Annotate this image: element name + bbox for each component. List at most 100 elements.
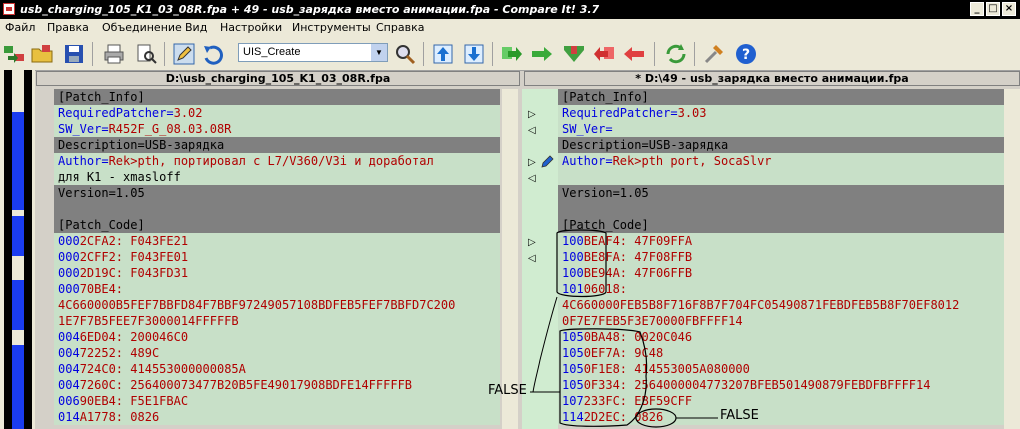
code-line[interactable] xyxy=(558,201,1004,217)
copy-left-icon[interactable] xyxy=(592,42,616,66)
code-text: Author=Rek>pth port, SocaSlvr xyxy=(562,154,772,168)
search-icon[interactable] xyxy=(393,42,417,66)
code-line[interactable]: 100BE8FA: 47F08FFB xyxy=(558,249,1004,265)
menu-view[interactable]: Вид xyxy=(185,21,207,34)
menu-help[interactable]: Справка xyxy=(376,21,424,34)
code-line[interactable] xyxy=(558,169,1004,185)
code-text: 100BE94A: 47F06FFB xyxy=(562,266,693,280)
code-line[interactable]: 014A1778: 0826 xyxy=(54,409,500,425)
code-line[interactable]: 1050EF7A: 9C48 xyxy=(558,345,1004,361)
diff-gutter: ▷ ◁ ▷ ◁ ▷ ◁ xyxy=(522,89,558,429)
code-line[interactable]: для K1 - xmasloff xyxy=(54,169,500,185)
menu-merge[interactable]: Объединение xyxy=(102,21,182,34)
merge-left-arrow-icon[interactable]: ◁ xyxy=(528,173,536,184)
app-icon xyxy=(3,3,15,15)
merge-left-arrow-icon[interactable]: ◁ xyxy=(528,125,536,136)
close-button[interactable]: × xyxy=(1002,2,1016,16)
merge-left-arrow-icon[interactable]: ◁ xyxy=(528,253,536,264)
code-line[interactable]: Author=Rek>pth port, SocaSlvr xyxy=(558,153,1004,169)
code-line[interactable]: 10106018: xyxy=(558,281,1004,297)
menu-settings[interactable]: Настройки xyxy=(220,21,282,34)
merge-right-arrow-icon[interactable]: ▷ xyxy=(528,157,536,168)
code-line[interactable]: [Patch_Code] xyxy=(558,217,1004,233)
code-text: Version=1.05 xyxy=(58,186,145,200)
code-line[interactable]: 107233FC: EBF59CFF xyxy=(558,393,1004,409)
help-icon[interactable]: ? xyxy=(734,42,758,66)
code-text: 4C660000FEB5B8F716F8B7F704FC05490871FEBD… xyxy=(562,298,960,312)
code-line[interactable]: 004724C0: 414553000000085A xyxy=(54,361,500,377)
chevron-down-icon[interactable]: ▼ xyxy=(371,44,387,61)
code-line[interactable]: 4C660000FEB5B8F716F8B7F704FC05490871FEBD… xyxy=(558,297,1004,313)
code-line[interactable]: 00690EB4: F5E1FBAC xyxy=(54,393,500,409)
code-line[interactable]: 4C660000B5FEF7BBFD84F7BBF97249057108BDFE… xyxy=(54,297,500,313)
print-icon[interactable] xyxy=(102,42,126,66)
undo-icon[interactable] xyxy=(202,42,226,66)
refresh-icon[interactable] xyxy=(664,42,688,66)
code-line[interactable]: 100BE94A: 47F06FFB xyxy=(558,265,1004,281)
code-line[interactable]: SW_Ver=R452F_G_08.03.08R xyxy=(54,121,500,137)
menu-tools[interactable]: Инструменты xyxy=(292,21,371,34)
options-tools-icon[interactable] xyxy=(702,42,726,66)
annotation-false-2: FALSE xyxy=(720,408,759,423)
copy-left-all-icon[interactable] xyxy=(622,42,646,66)
right-scrollbar[interactable] xyxy=(1004,89,1020,429)
code-line[interactable]: RequiredPatcher=3.03 xyxy=(558,105,1004,121)
code-line[interactable]: 1050F1E8: 414553005A080000 xyxy=(558,361,1004,377)
code-line[interactable] xyxy=(54,201,500,217)
code-line[interactable]: [Patch_Info] xyxy=(558,89,1004,105)
code-line[interactable]: Description=USB-зарядка xyxy=(558,137,1004,153)
code-text: SW_Ver=R452F_G_08.03.08R xyxy=(58,122,232,136)
code-line[interactable]: [Patch_Info] xyxy=(54,89,500,105)
toolbar: UIS_Create ▼ ? xyxy=(0,37,1020,71)
compare-icon[interactable] xyxy=(2,42,26,66)
code-line[interactable]: 100BEAF4: 47F09FFA xyxy=(558,233,1004,249)
merge-right-arrow-icon[interactable]: ▷ xyxy=(528,237,536,248)
code-line[interactable]: [Patch_Code] xyxy=(54,217,500,233)
code-line[interactable]: 0047260C: 256400073477B20B5FE49017908BDF… xyxy=(54,377,500,393)
code-line[interactable]: SW_Ver= xyxy=(558,121,1004,137)
left-scrollbar[interactable] xyxy=(502,89,518,429)
first-diff-icon[interactable] xyxy=(431,42,455,66)
code-line[interactable]: Author=Rek>pth, портировал с L7/V360/V3i… xyxy=(54,153,500,169)
code-line[interactable]: 1050F334: 2564000004773207BFEB501490879F… xyxy=(558,377,1004,393)
menu-edit[interactable]: Правка xyxy=(47,21,89,34)
left-pane[interactable]: [Patch_Info] RequiredPatcher=3.02 SW_Ver=R… xyxy=(54,89,500,429)
code-text: 0047260C: 256400073477B20B5FE49017908BDF… xyxy=(58,378,413,392)
minimize-button[interactable]: _ xyxy=(970,2,984,16)
code-line[interactable]: Version=1.05 xyxy=(54,185,500,201)
code-line[interactable]: 00472252: 489C xyxy=(54,345,500,361)
overview-bar-left xyxy=(4,70,12,429)
overview-strip[interactable] xyxy=(0,70,35,429)
preview-icon[interactable] xyxy=(134,42,158,66)
code-line[interactable]: 1E7F7B5FEE7F3000014FFFFFB xyxy=(54,313,500,329)
code-line[interactable]: 0046ED04: 200046C0 xyxy=(54,329,500,345)
code-line[interactable]: 0F7E7FEB5F3E70000FBFFFF14 xyxy=(558,313,1004,329)
function-combo[interactable]: UIS_Create ▼ xyxy=(238,43,388,62)
copy-right-all-icon[interactable] xyxy=(530,42,554,66)
code-line[interactable]: 1050BA48: 0020C046 xyxy=(558,329,1004,345)
merge-down-icon[interactable] xyxy=(562,42,586,66)
last-diff-icon[interactable] xyxy=(462,42,486,66)
code-line[interactable]: Description=USB-зарядка xyxy=(54,137,500,153)
open-folder-icon[interactable] xyxy=(30,42,54,66)
copy-right-icon[interactable] xyxy=(500,42,524,66)
menu-file[interactable]: Файл xyxy=(5,21,35,34)
code-text: 014A1778: 0826 xyxy=(58,410,160,424)
code-line[interactable]: 0002D19C: F043FD31 xyxy=(54,265,500,281)
code-line[interactable]: Version=1.05 xyxy=(558,185,1004,201)
svg-text:?: ? xyxy=(742,47,750,63)
menu-bar: Файл Правка Объединение Вид Настройки Ин… xyxy=(0,19,1020,37)
code-line[interactable]: 1142D2EC: 0826 xyxy=(558,409,1004,425)
code-text: 00070BE4: xyxy=(58,282,124,296)
code-line[interactable]: 00070BE4: xyxy=(54,281,500,297)
code-line[interactable]: RequiredPatcher=3.02 xyxy=(54,105,500,121)
save-icon[interactable] xyxy=(62,42,86,66)
code-text: 1050BA48: 0020C046 xyxy=(562,330,693,344)
code-line[interactable]: 0002CFA2: F043FE21 xyxy=(54,233,500,249)
edit-pencil-icon[interactable] xyxy=(172,42,196,66)
code-text: SW_Ver= xyxy=(562,122,613,136)
maximize-button[interactable]: □ xyxy=(986,2,1000,16)
right-pane[interactable]: [Patch_Info] RequiredPatcher=3.03 SW_Ver= D… xyxy=(558,89,1004,429)
merge-right-arrow-icon[interactable]: ▷ xyxy=(528,109,536,120)
code-line[interactable]: 0002CFF2: F043FE01 xyxy=(54,249,500,265)
